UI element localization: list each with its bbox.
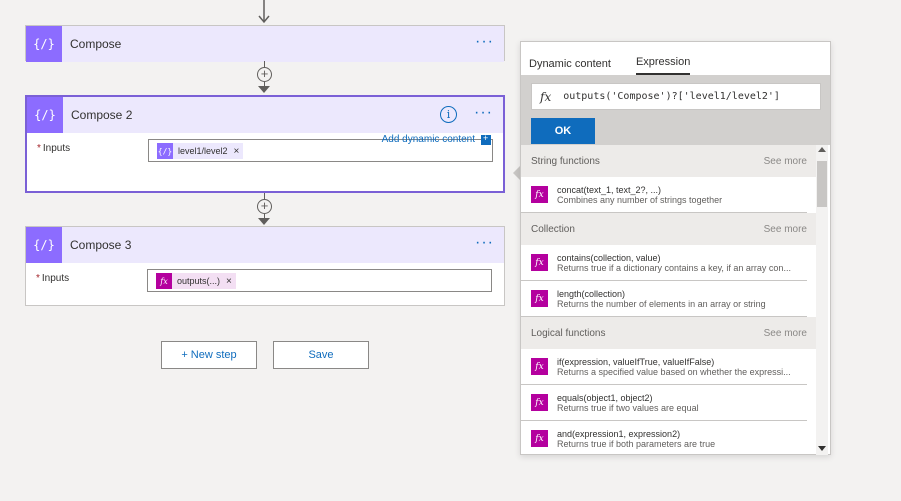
more-options-icon[interactable]: ··· <box>475 34 494 50</box>
fx-icon: fx <box>531 358 548 375</box>
token-label: level1/level2 <box>178 146 228 156</box>
section-title: Logical functions <box>531 327 606 339</box>
inputs-label-text: Inputs <box>41 273 70 284</box>
dynamic-token[interactable]: {/} level1/level2 × <box>157 143 244 159</box>
ok-button[interactable]: OK <box>531 118 595 144</box>
function-name: and(expression1, expression2) <box>557 428 681 439</box>
new-step-button[interactable]: + New step <box>161 341 257 369</box>
section-header: Logical functions See more <box>521 317 817 349</box>
expression-token[interactable]: fx outputs(...) × <box>156 273 236 289</box>
section-title: Collection <box>531 223 575 235</box>
required-marker: * <box>37 143 41 154</box>
compose-2-card-header[interactable]: {/} Compose 2 i ··· <box>27 97 503 133</box>
fx-icon: fx <box>531 186 548 203</box>
save-button[interactable]: Save <box>273 341 369 369</box>
function-item[interactable]: fx if(expression, valueIfTrue, valueIfFa… <box>521 349 807 385</box>
fx-icon: fx <box>531 254 548 271</box>
see-more-link[interactable]: See more <box>764 328 807 339</box>
add-icon <box>481 133 491 145</box>
fx-icon: fx <box>531 290 548 307</box>
remove-token-icon[interactable]: × <box>226 276 232 287</box>
expression-text[interactable]: outputs('Compose')?['level1/level2'] <box>563 91 780 102</box>
function-item[interactable]: fx and(expression1, expression2) Returns… <box>521 421 807 455</box>
card-title: Compose 3 <box>70 238 132 252</box>
required-marker: * <box>36 273 40 284</box>
scroll-thumb[interactable] <box>817 161 827 207</box>
function-name: contains(collection, value) <box>557 252 661 263</box>
arrow-down-icon <box>258 218 270 225</box>
function-description: Returns true if two values are equal <box>557 402 699 413</box>
scrollbar[interactable] <box>816 145 828 455</box>
inputs-label: * Inputs <box>37 143 70 154</box>
compose-icon: {/} <box>26 26 62 62</box>
more-options-icon[interactable]: ··· <box>475 235 494 251</box>
inputs-label: * Inputs <box>36 273 69 284</box>
insert-step-button[interactable]: + <box>257 67 272 82</box>
function-list: String functions See more fx concat(text… <box>521 145 817 455</box>
fx-icon: fx <box>531 430 548 447</box>
scroll-up-icon[interactable] <box>818 147 826 152</box>
compose-icon: {/} <box>26 227 62 263</box>
see-more-link[interactable]: See more <box>764 224 807 235</box>
add-dynamic-content-label: Add dynamic content <box>381 134 475 145</box>
function-item[interactable]: fx length(collection) Returns the number… <box>521 281 807 317</box>
arrow-down-icon <box>258 86 270 93</box>
insert-step-button[interactable]: + <box>257 199 272 214</box>
function-item[interactable]: fx contains(collection, value) Returns t… <box>521 245 807 281</box>
compose-3-card-header[interactable]: {/} Compose 3 ··· <box>26 227 504 263</box>
function-description: Returns true if both parameters are true <box>557 438 716 449</box>
tab-expression[interactable]: Expression <box>635 56 691 75</box>
tab-dynamic-content[interactable]: Dynamic content <box>529 58 611 75</box>
inputs-row: * Inputs fx outputs(...) × <box>26 263 504 299</box>
fx-icon: fx <box>540 89 552 104</box>
function-name: if(expression, valueIfTrue, valueIfFalse… <box>557 356 715 367</box>
compose-card[interactable]: {/} Compose ··· <box>25 25 505 62</box>
compose-card-header[interactable]: {/} Compose ··· <box>26 26 504 62</box>
flow-arrow-icon <box>258 0 270 24</box>
function-name: concat(text_1, text_2?, ...) <box>557 184 662 195</box>
inputs-field[interactable]: fx outputs(...) × <box>147 269 492 292</box>
function-item[interactable]: fx concat(text_1, text_2?, ...) Combines… <box>521 177 807 213</box>
function-description: Returns the number of elements in an arr… <box>557 298 766 309</box>
function-item[interactable]: fx equals(object1, object2) Returns true… <box>521 385 807 421</box>
remove-token-icon[interactable]: × <box>234 146 240 157</box>
compose-3-card[interactable]: {/} Compose 3 ··· * Inputs fx outputs(...… <box>25 226 505 306</box>
inputs-label-text: Inputs <box>42 143 71 154</box>
panel-tabs: Dynamic content Expression <box>521 42 830 75</box>
more-options-icon[interactable]: ··· <box>474 105 493 121</box>
token-label: outputs(...) <box>177 276 221 286</box>
section-header: String functions See more <box>521 145 817 177</box>
info-icon[interactable]: i <box>440 106 457 123</box>
panel-pointer <box>513 166 520 180</box>
scroll-down-icon[interactable] <box>818 446 826 451</box>
expression-input[interactable]: fx outputs('Compose')?['level1/level2'] <box>531 83 821 110</box>
card-title: Compose <box>70 37 122 51</box>
add-dynamic-content-link[interactable]: Add dynamic content <box>381 133 491 145</box>
compose-icon: {/} <box>157 143 173 159</box>
function-description: Returns a specified value based on wheth… <box>557 366 791 377</box>
expression-editor-area: fx outputs('Compose')?['level1/level2'] … <box>521 75 830 145</box>
function-description: Combines any number of strings together <box>557 194 723 205</box>
section-header: Collection See more <box>521 213 817 245</box>
see-more-link[interactable]: See more <box>764 156 807 167</box>
card-title: Compose 2 <box>71 108 133 122</box>
section-title: String functions <box>531 155 600 167</box>
function-name: length(collection) <box>557 288 626 299</box>
fx-icon: fx <box>531 394 548 411</box>
compose-2-card[interactable]: {/} Compose 2 i ··· * Inputs {/} level1/l… <box>25 95 505 193</box>
function-name: equals(object1, object2) <box>557 392 653 403</box>
fx-icon: fx <box>156 273 172 289</box>
compose-icon: {/} <box>27 97 63 133</box>
dynamic-content-panel: Dynamic content Expression fx outputs('C… <box>520 41 831 455</box>
function-description: Returns true if a dictionary contains a … <box>557 262 791 273</box>
